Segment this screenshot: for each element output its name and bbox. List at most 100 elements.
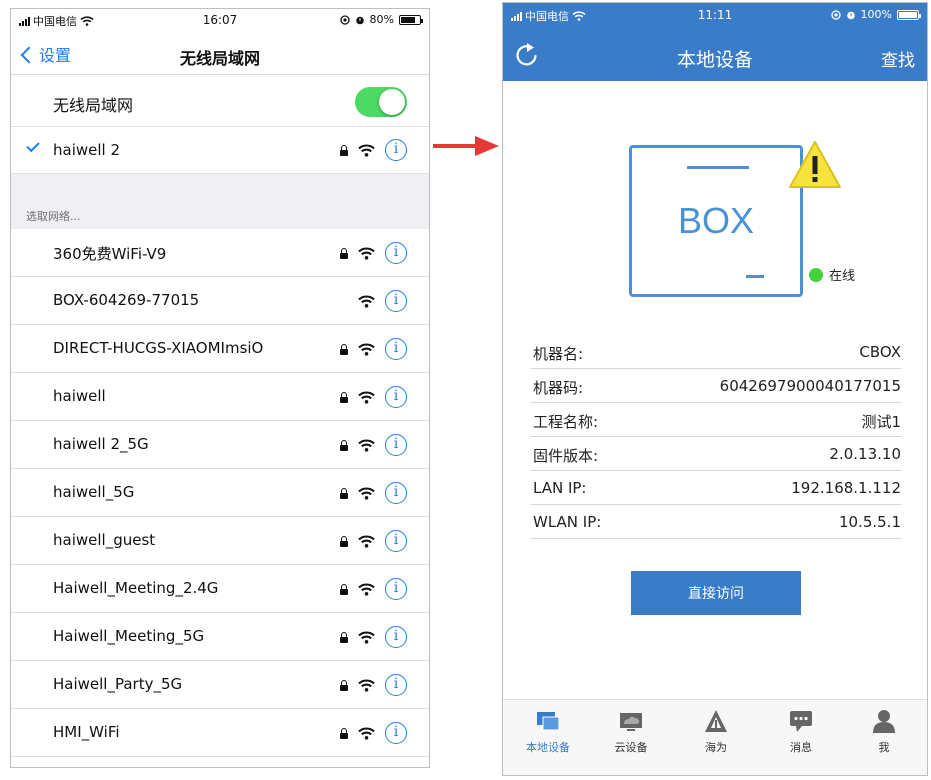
choose-network-label: 选取网络... (26, 210, 81, 223)
network-row[interactable]: Haiwell_Meeting_2.4G i (11, 565, 429, 613)
info-value: 2.0.13.10 (829, 445, 901, 463)
info-key: 工程名称: (533, 413, 599, 431)
wifi-signal-icon (358, 247, 375, 260)
network-list: 360免费WiFi-V9 i BOX-604269-77015 i DIRECT-HUC… (11, 229, 429, 757)
user-icon (871, 708, 897, 734)
lock-icon (340, 487, 348, 499)
find-button[interactable]: 查找 (881, 46, 915, 71)
transition-arrow-icon (433, 136, 499, 156)
info-key: 固件版本: (533, 447, 599, 465)
info-icon[interactable]: i (385, 290, 407, 312)
network-row[interactable]: haiwell i (11, 373, 429, 421)
wifi-signal-icon (358, 631, 375, 644)
page-title: 无线局域网 (179, 49, 260, 68)
tab-label: 本地设备 (526, 741, 570, 754)
wlan-toggle[interactable] (355, 87, 407, 117)
network-row[interactable]: 360免费WiFi-V9 i (11, 229, 429, 277)
tab-local-device[interactable]: 本地设备 (518, 708, 578, 755)
info-icon[interactable]: i (385, 482, 407, 504)
wifi-signal-icon (358, 487, 375, 500)
network-row[interactable]: HMI_WiFi i (11, 709, 429, 757)
info-icon[interactable]: i (385, 338, 407, 360)
wifi-signal-icon (358, 679, 375, 692)
box-slot-bottom (746, 275, 764, 278)
connected-network-name: haiwell 2 (53, 141, 121, 159)
wlan-toggle-row: 无线局域网 (11, 77, 429, 127)
lock-icon (340, 391, 348, 403)
info-icon[interactable]: i (385, 386, 407, 408)
battery-icon (897, 9, 921, 20)
lock-icon (340, 343, 348, 355)
page-title: 本地设备 (676, 49, 753, 71)
info-icon[interactable]: i (385, 242, 407, 264)
cloud-device-icon (618, 708, 644, 734)
info-icon[interactable]: i (385, 139, 407, 161)
tab-haiwell-logo[interactable]: 海为 (686, 708, 746, 755)
network-row[interactable]: haiwell_guest i (11, 517, 429, 565)
network-name: 360免费WiFi-V9 (53, 245, 167, 263)
online-dot (809, 267, 823, 282)
network-name: BOX-604269-77015 (53, 291, 200, 309)
location-icon (830, 9, 841, 20)
network-row[interactable]: haiwell_5G i (11, 469, 429, 517)
box-label: BOX (677, 200, 755, 241)
network-row[interactable]: DIRECT-HUCGS-XIAOMImsiO i (11, 325, 429, 373)
network-row[interactable]: BOX-604269-77015 i (11, 277, 429, 325)
tab-label: 消息 (790, 741, 812, 754)
status-bar: 中国电信 11:11 100% (503, 3, 927, 25)
lock-icon (340, 247, 348, 259)
info-icon[interactable]: i (385, 674, 407, 696)
info-value: 192.168.1.112 (791, 479, 901, 497)
info-icon[interactable]: i (385, 578, 407, 600)
info-value: 6042697900040177015 (719, 377, 901, 395)
info-icon[interactable]: i (385, 530, 407, 552)
info-key: 机器名: (533, 345, 584, 363)
message-icon (788, 708, 814, 734)
info-row: 机器名: CBOX (531, 335, 901, 369)
network-section-header: 选取网络... (11, 173, 429, 229)
battery-percent: 80% (369, 13, 394, 26)
info-key: WLAN IP: (533, 513, 602, 531)
wifi-signal-icon (358, 295, 375, 308)
tab-cloud-device[interactable]: 云设备 (601, 708, 661, 755)
tab-label: 海为 (705, 741, 727, 754)
lock-icon (340, 583, 348, 595)
network-name: Haiwell_Meeting_5G (53, 627, 205, 645)
network-name: Haiwell_Meeting_2.4G (53, 579, 219, 597)
online-status: 在线 (809, 265, 855, 284)
info-icon[interactable]: i (385, 722, 407, 744)
connected-network-row[interactable]: haiwell 2 i (11, 127, 429, 173)
info-key: LAN IP: (533, 479, 587, 497)
battery-percent: 100% (860, 8, 892, 21)
network-name: haiwell 2_5G (53, 435, 149, 453)
info-value: 测试1 (861, 413, 901, 431)
info-icon[interactable]: i (385, 626, 407, 648)
info-row: 机器码: 6042697900040177015 (531, 369, 901, 403)
lock-icon (340, 727, 348, 739)
network-row[interactable]: haiwell 2_5G i (11, 421, 429, 469)
wlan-label: 无线局域网 (53, 96, 134, 115)
info-row: 固件版本: 2.0.13.10 (531, 437, 901, 471)
location-icon (339, 14, 350, 25)
battery-fill (899, 11, 917, 18)
box-device-graphic: BOX (629, 145, 803, 297)
direct-access-button[interactable]: 直接访问 (631, 571, 801, 615)
tab-message[interactable]: 消息 (771, 708, 831, 755)
tab-label: 我 (878, 741, 890, 754)
network-name: HMI_WiFi (53, 723, 120, 741)
network-row[interactable]: Haiwell_Party_5G i (11, 661, 429, 709)
lock-icon (340, 679, 348, 691)
lock-icon (340, 631, 348, 643)
network-row[interactable]: Haiwell_Meeting_5G i (11, 613, 429, 661)
navigation-bar: 设置 无线局域网 (11, 35, 429, 75)
wifi-signal-icon (358, 727, 375, 740)
tab-user[interactable]: 我 (854, 708, 914, 755)
wifi-settings-screen: 中国电信 16:07 80% 设置 无线局域网 无线局域网 haiwell 2 … (10, 8, 430, 768)
toggle-knob (379, 89, 405, 115)
network-name: Haiwell_Party_5G (53, 675, 183, 693)
info-icon[interactable]: i (385, 434, 407, 456)
wifi-signal-icon (358, 144, 375, 157)
info-key: 机器码: (533, 379, 584, 397)
info-row: 工程名称: 测试1 (531, 403, 901, 437)
network-name: DIRECT-HUCGS-XIAOMImsiO (53, 339, 264, 357)
